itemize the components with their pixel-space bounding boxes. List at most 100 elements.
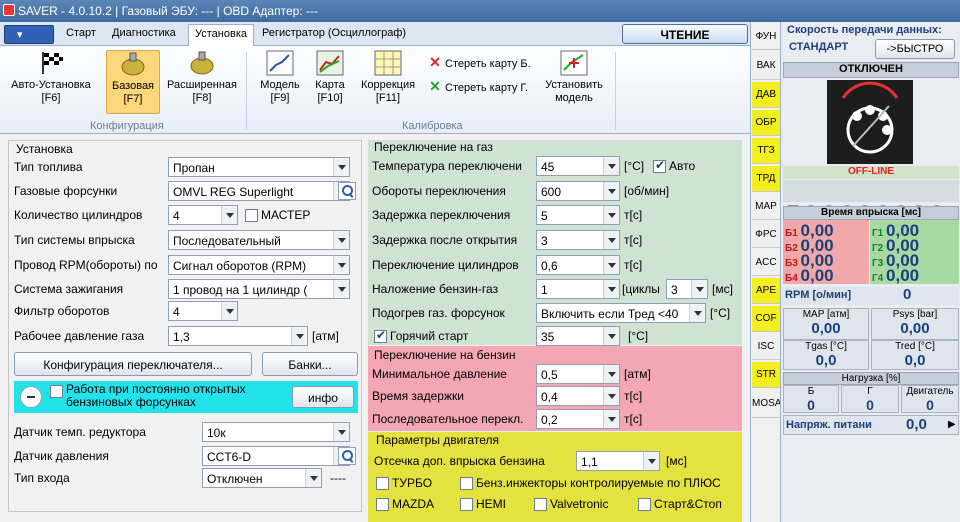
side-tab-str[interactable]: STR (752, 362, 780, 388)
info-button[interactable]: инфо (292, 386, 354, 408)
gas-pressure-label: Рабочее давление газа (14, 329, 145, 343)
open-injectors-checkbox[interactable] (50, 385, 63, 398)
base-button[interactable]: Базовая [F7] (106, 50, 160, 114)
side-tab-ape[interactable]: APE (752, 278, 780, 304)
side-tab-frs[interactable]: ФРС (752, 222, 780, 248)
injectors-select[interactable]: OMVL REG Superlight (168, 181, 350, 201)
hot-start-select[interactable]: 35 (536, 326, 620, 346)
seq-switch-select[interactable]: 0,2 (536, 409, 620, 429)
load-b-cell: Б0 (783, 385, 839, 413)
mazda-checkbox[interactable] (376, 498, 389, 511)
read-button[interactable]: ЧТЕНИЕ (622, 24, 748, 44)
pressure-sensor-select[interactable]: CCT6-D (202, 446, 350, 466)
side-tab-isc[interactable]: ISC (752, 334, 780, 360)
psys-cell: Psys [bar] 0,00 (871, 308, 959, 340)
app-menu-button[interactable]: ▾ (4, 25, 54, 44)
install-header: Установка (16, 142, 73, 156)
map-cell: MAP [атм] 0,00 (783, 308, 869, 340)
min-pressure-unit: [атм] (624, 367, 651, 381)
hot-start-checkbox[interactable] (374, 328, 387, 343)
erase-map-b-button[interactable]: ✕ Стереть карту Б. (428, 54, 531, 71)
inj-system-select[interactable]: Последовательный (168, 230, 350, 250)
side-tab-fun[interactable]: ФУН (752, 24, 780, 50)
voltage-row[interactable]: Напряж. питани 0,0 ▶ (783, 415, 959, 435)
side-tabs: ФУН ВАК ДАВ ОБР ТГЗ ТРД MAP ФРС ACC APE … (750, 22, 781, 522)
switch-temp-label: Температура переключени (372, 159, 522, 173)
input-type-select[interactable]: Отключен (202, 468, 322, 488)
side-tab-cof[interactable]: COF (752, 306, 780, 332)
overlap2-select[interactable]: 3 (666, 279, 708, 299)
master-checkbox[interactable] (245, 209, 258, 222)
rpm-value: 0 (903, 286, 912, 303)
open-injectors-panel: Работа при постоянно открытых бензиновых… (14, 381, 358, 413)
reducer-temp-select[interactable]: 10к (202, 422, 350, 442)
hemi-checkbox[interactable] (460, 498, 473, 511)
cyl-count-select[interactable]: 4 (168, 205, 238, 225)
delay-open-select[interactable]: 3 (536, 230, 620, 250)
window-title: SAVER - 4.0.10.2 | Газовый ЭБУ: --- | OB… (18, 4, 318, 18)
side-tab-tgz[interactable]: ТГЗ (752, 138, 780, 164)
petrol-delay-select[interactable]: 0,4 (536, 386, 620, 406)
cyl-switch-select[interactable]: 0,6 (536, 255, 620, 275)
valvetronic-checkbox[interactable] (534, 498, 547, 511)
switch-temp-select[interactable]: 45 (536, 156, 620, 176)
petrol-inj-checkbox[interactable] (460, 477, 473, 490)
side-tab-obr[interactable]: ОБР (752, 110, 780, 136)
set-model-button[interactable]: Установить модель (540, 50, 608, 105)
extended-button[interactable]: Расширенная [F8] (164, 50, 240, 105)
fuel-type-select[interactable]: Пропан (168, 157, 350, 177)
heat-select[interactable]: Включить если Тред <40 (536, 303, 706, 323)
ribbon-separator (246, 52, 247, 130)
switch-config-button[interactable]: Конфигурация переключателя... (14, 352, 252, 376)
injectors-label: Газовые форсунки (14, 184, 118, 198)
startstop-checkbox[interactable] (638, 498, 651, 511)
load-engine-cell: Двигатель 0 (901, 385, 959, 413)
auto-checkbox[interactable] (653, 158, 666, 173)
side-tab-map[interactable]: MAP (752, 194, 780, 220)
load-g-cell: Г0 (841, 385, 899, 413)
b4-value: 0,00 (800, 266, 834, 285)
correction-button[interactable]: Коррекция [F11] (356, 50, 420, 105)
turbo-checkbox[interactable] (376, 477, 389, 490)
offline-status: OFF-LINE (783, 166, 959, 179)
switch-delay-select[interactable]: 5 (536, 205, 620, 225)
banks-button[interactable]: Банки... (262, 352, 358, 376)
search-icon[interactable] (338, 182, 356, 200)
side-tab-trd[interactable]: ТРД (752, 166, 780, 192)
auto-install-button[interactable]: Авто-Установка [F6] (6, 50, 96, 105)
cyl-count-label: Количество цилиндров (14, 208, 143, 222)
red-cross-icon: ✕ (429, 54, 441, 70)
rpm-filter-select[interactable]: 4 (168, 301, 238, 321)
model-button[interactable]: Модель [F9] (256, 50, 304, 105)
load-b-value: 0 (807, 397, 815, 413)
gas-switch-header: Переключение на газ (374, 140, 493, 154)
app-icon (3, 4, 15, 16)
rpm-wire-select[interactable]: Сигнал оборотов (RPM) (168, 255, 350, 275)
speed-fast-button[interactable]: ->БЫСТРО (875, 39, 955, 59)
cyl-switch-label: Переключение цилиндров (372, 258, 519, 272)
side-tab-vak[interactable]: ВАК (752, 52, 780, 80)
petrol-delay-label: Время задержки (372, 389, 464, 403)
tab-start[interactable]: Старт (66, 27, 96, 39)
side-tab-acc[interactable]: ACC (752, 250, 780, 276)
reducer-icon (119, 51, 147, 77)
tab-installation[interactable]: Установка (188, 24, 254, 46)
side-tab-mosa[interactable]: MOSA (752, 390, 781, 418)
delay-open-label: Задержка после открытия (372, 233, 518, 247)
min-pressure-select[interactable]: 0,5 (536, 364, 620, 384)
overlap-select[interactable]: 1 (536, 279, 620, 299)
gas-pressure-select[interactable]: 1,3 (168, 326, 308, 346)
tab-recorder[interactable]: Регистратор (Осциллограф) (262, 27, 406, 39)
erase-map-g-button[interactable]: ✕ Стереть карту Г. (428, 78, 528, 95)
switch-delay-unit: т[с] (624, 208, 643, 222)
side-tab-dav[interactable]: ДАВ (752, 82, 780, 108)
load-engine-value: 0 (926, 397, 934, 413)
switch-rpm-select[interactable]: 600 (536, 181, 620, 201)
switch-rpm-unit: [об/мин] (624, 184, 670, 198)
tab-diagnostics[interactable]: Диагностика (112, 27, 176, 39)
rpm-wire-label: Провод RPM(обороты) по (14, 258, 158, 272)
cutoff-select[interactable]: 1,1 (576, 451, 660, 471)
map-button[interactable]: Карта [F10] (310, 50, 350, 105)
search-icon[interactable] (338, 447, 356, 465)
ignition-select[interactable]: 1 провод на 1 цилиндр ( (168, 279, 350, 299)
